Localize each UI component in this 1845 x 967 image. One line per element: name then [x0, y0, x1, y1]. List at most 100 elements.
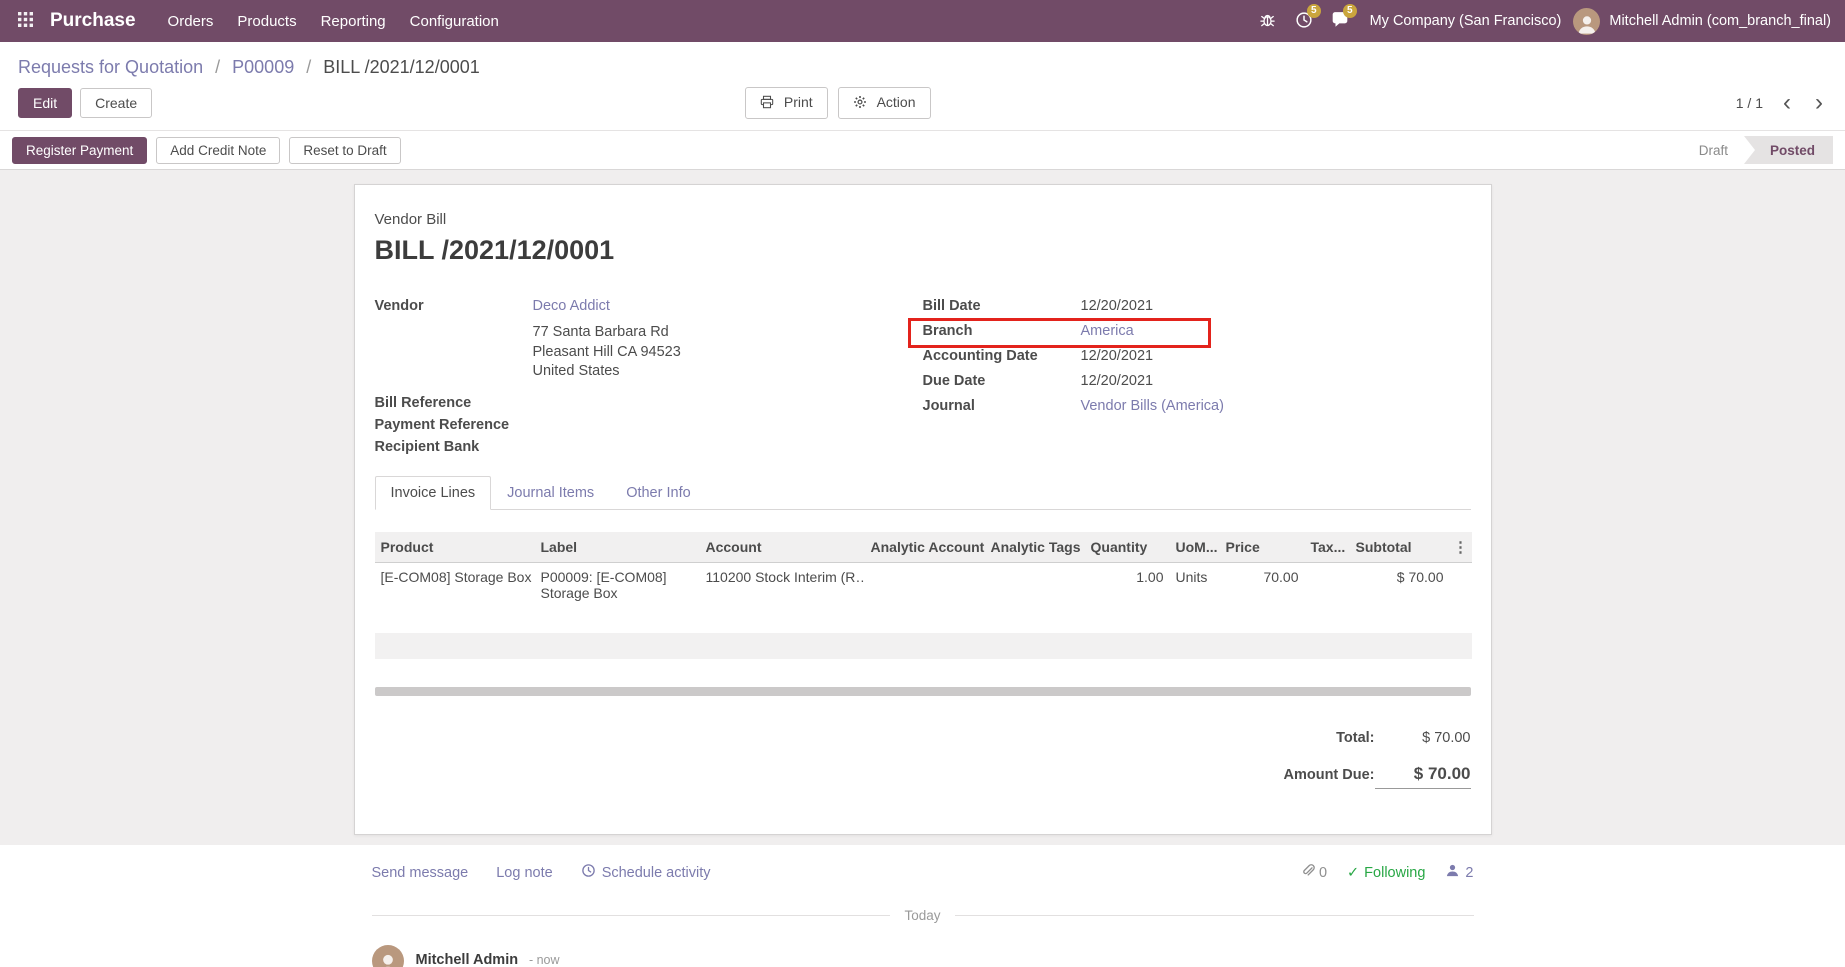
total-row: Total: $ 70.00 — [1141, 730, 1471, 746]
following-check-icon: ✓ — [1347, 865, 1359, 881]
vendor-field: Vendor Deco Addict — [375, 298, 923, 318]
vendor-bill-sheet: Vendor Bill BILL /2021/12/0001 Vendor De… — [354, 184, 1492, 835]
branch-link[interactable]: America — [1081, 323, 1134, 340]
follower-person-icon — [1445, 863, 1460, 882]
create-button[interactable]: Create — [80, 88, 152, 118]
left-field-column: Vendor Deco Addict 77 Santa Barbara Rd P… — [375, 298, 923, 456]
col-header-account[interactable]: Account — [700, 532, 865, 563]
date-divider-label: Today — [904, 908, 940, 923]
message-badge: 5 — [1343, 4, 1357, 18]
cell-tax — [1305, 562, 1350, 607]
schedule-clock-icon — [581, 863, 596, 882]
col-header-tax[interactable]: Tax... — [1305, 532, 1350, 563]
doc-type-label: Vendor Bill — [375, 211, 1471, 228]
message-header: Mitchell Admin - now — [416, 945, 560, 967]
date-divider: Today — [372, 908, 1474, 923]
company-switcher[interactable]: My Company (San Francisco) — [1358, 13, 1574, 29]
right-field-column: Bill Date 12/20/2021 Branch America Acco… — [923, 298, 1471, 456]
cell-subtotal: $ 70.00 — [1350, 562, 1450, 607]
total-value: $ 70.00 — [1375, 730, 1471, 746]
address-line-street: 77 Santa Barbara Rd — [533, 323, 923, 343]
activity-badge: 5 — [1307, 4, 1321, 18]
chatter: Send message Log note Schedule activity — [0, 845, 1845, 967]
bill-reference-label: Bill Reference — [375, 395, 533, 411]
col-header-uom[interactable]: UoM... — [1170, 532, 1220, 563]
table-horizontal-scrollbar[interactable] — [375, 687, 1471, 696]
table-filler-row — [375, 659, 1472, 685]
column-options-icon[interactable]: ⋮ — [1453, 539, 1468, 556]
bill-date-field: Bill Date 12/20/2021 — [923, 298, 1471, 318]
message-author[interactable]: Mitchell Admin — [416, 952, 519, 967]
breadcrumb-p00009[interactable]: P00009 — [232, 57, 294, 77]
chatter-actions: Send message Log note Schedule activity — [372, 863, 1474, 882]
col-header-analytic-account[interactable]: Analytic Account — [865, 532, 985, 563]
cell-analytic-account — [865, 562, 985, 607]
tab-invoice-lines[interactable]: Invoice Lines — [375, 476, 492, 510]
tab-other-info[interactable]: Other Info — [610, 476, 706, 510]
table-header-row: Product Label Account Analytic Account A… — [375, 532, 1472, 563]
messages-button[interactable]: 5 — [1322, 3, 1358, 39]
menu-products[interactable]: Products — [225, 0, 308, 42]
journal-link[interactable]: Vendor Bills (America) — [1081, 398, 1224, 415]
user-menu[interactable]: Mitchell Admin (com_branch_final) — [1600, 13, 1831, 29]
invoice-line-row[interactable]: [E-COM08] Storage Box P00009: [E-COM08] … — [375, 562, 1472, 607]
col-header-product[interactable]: Product — [375, 532, 535, 563]
menu-configuration[interactable]: Configuration — [398, 0, 511, 42]
col-header-subtotal[interactable]: Subtotal — [1350, 532, 1450, 563]
log-note-button[interactable]: Log note — [496, 865, 552, 881]
col-header-quantity[interactable]: Quantity — [1085, 532, 1170, 563]
pager-next-icon[interactable]: › — [1811, 94, 1827, 112]
action-buttons: Print Action — [745, 87, 931, 119]
breadcrumb-requests-for-quotation[interactable]: Requests for Quotation — [18, 57, 203, 77]
due-date-field: Due Date 12/20/2021 — [923, 373, 1471, 393]
col-header-label[interactable]: Label — [535, 532, 700, 563]
attachments-button[interactable]: 0 — [1300, 863, 1327, 882]
followers-button[interactable]: 2 — [1445, 863, 1473, 882]
breadcrumb-separator: / — [306, 57, 311, 77]
cell-label: P00009: [E-COM08] Storage Box — [535, 562, 700, 607]
app-name[interactable]: Purchase — [50, 10, 136, 32]
following-button[interactable]: ✓ Following — [1347, 865, 1425, 881]
amount-due-row: Amount Due: $ 70.00 — [1141, 764, 1471, 789]
message-time: - now — [529, 953, 560, 967]
user-avatar[interactable] — [1573, 8, 1600, 35]
bill-date-value[interactable]: 12/20/2021 — [1081, 298, 1154, 315]
attachment-count: 0 — [1319, 865, 1327, 881]
pager-previous-icon[interactable]: ‹ — [1779, 94, 1795, 112]
due-date-value[interactable]: 12/20/2021 — [1081, 373, 1154, 390]
bill-reference-field: Bill Reference — [375, 390, 923, 411]
cell-uom: Units — [1170, 562, 1220, 607]
amount-due-label: Amount Due: — [1283, 767, 1374, 783]
print-button[interactable]: Print — [745, 87, 828, 119]
cell-price: 70.00 — [1220, 562, 1305, 607]
tab-journal-items[interactable]: Journal Items — [491, 476, 610, 510]
message-author-avatar[interactable] — [372, 945, 404, 967]
activities-button[interactable]: 5 — [1286, 3, 1322, 39]
chatter-content: Send message Log note Schedule activity — [372, 863, 1474, 967]
schedule-activity-button[interactable]: Schedule activity — [581, 863, 711, 882]
accounting-date-value[interactable]: 12/20/2021 — [1081, 348, 1154, 365]
accounting-date-field: Accounting Date 12/20/2021 — [923, 348, 1471, 368]
apps-menu-button[interactable] — [8, 4, 42, 38]
address-line-city: Pleasant Hill CA 94523 — [533, 343, 923, 363]
vendor-link[interactable]: Deco Addict — [533, 298, 610, 315]
branch-field: Branch America — [923, 323, 1471, 343]
col-header-price[interactable]: Price — [1220, 532, 1305, 563]
control-panel: Edit Create Print Action — [0, 85, 1845, 130]
menu-orders[interactable]: Orders — [156, 0, 226, 42]
menu-reporting[interactable]: Reporting — [309, 0, 398, 42]
reset-to-draft-button[interactable]: Reset to Draft — [289, 137, 400, 164]
add-credit-note-button[interactable]: Add Credit Note — [156, 137, 280, 164]
divider-line — [372, 915, 891, 916]
col-header-analytic-tags[interactable]: Analytic Tags — [985, 532, 1085, 563]
send-message-button[interactable]: Send message — [372, 865, 469, 881]
state-draft[interactable]: Draft — [1683, 136, 1744, 164]
bug-icon — [1259, 11, 1276, 31]
invoice-lines-table: Product Label Account Analytic Account A… — [375, 532, 1472, 685]
debug-button[interactable] — [1250, 3, 1286, 39]
edit-button[interactable]: Edit — [18, 88, 72, 118]
action-button[interactable]: Action — [838, 87, 931, 119]
vendor-address: 77 Santa Barbara Rd Pleasant Hill CA 945… — [533, 323, 923, 382]
register-payment-button[interactable]: Register Payment — [12, 137, 147, 164]
state-posted[interactable]: Posted — [1744, 136, 1833, 164]
